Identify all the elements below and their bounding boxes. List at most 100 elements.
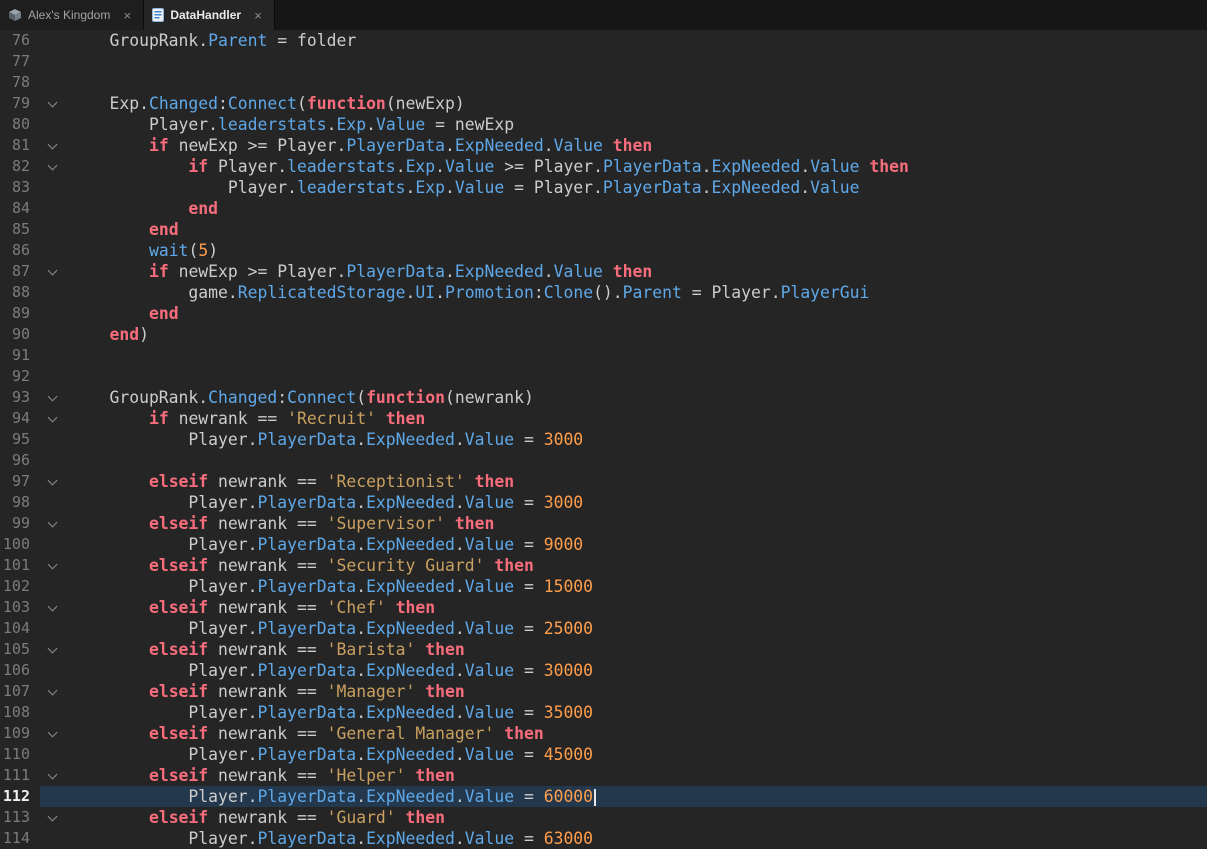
line-number: 80 — [0, 114, 40, 135]
code-line[interactable]: 78 — [0, 72, 1207, 93]
code-line[interactable]: 105 elseif newrank == 'Barista' then — [0, 639, 1207, 660]
chevron-down-icon[interactable] — [48, 392, 58, 402]
fold-column[interactable] — [40, 807, 70, 828]
chevron-down-icon[interactable] — [48, 560, 58, 570]
fold-column — [40, 282, 70, 303]
chevron-down-icon[interactable] — [48, 602, 58, 612]
chevron-down-icon[interactable] — [48, 686, 58, 696]
line-number: 113 — [0, 807, 40, 828]
fold-column — [40, 534, 70, 555]
chevron-down-icon[interactable] — [48, 413, 58, 423]
line-number: 83 — [0, 177, 40, 198]
fold-column[interactable] — [40, 513, 70, 534]
code-line[interactable]: 114 Player.PlayerData.ExpNeeded.Value = … — [0, 828, 1207, 849]
chevron-down-icon[interactable] — [48, 518, 58, 528]
close-icon[interactable]: × — [251, 9, 265, 22]
code-line[interactable]: 107 elseif newrank == 'Manager' then — [0, 681, 1207, 702]
code-line[interactable]: 93 GroupRank.Changed:Connect(function(ne… — [0, 387, 1207, 408]
fold-column[interactable] — [40, 681, 70, 702]
chevron-down-icon[interactable] — [48, 728, 58, 738]
line-number: 85 — [0, 219, 40, 240]
fold-column — [40, 618, 70, 639]
code-line[interactable]: 80 Player.leaderstats.Exp.Value = newExp — [0, 114, 1207, 135]
code-line[interactable]: 87 if newExp >= Player.PlayerData.ExpNee… — [0, 261, 1207, 282]
fold-column[interactable] — [40, 555, 70, 576]
code-text: Player.PlayerData.ExpNeeded.Value = 9000 — [70, 534, 1207, 555]
code-text: end — [70, 303, 1207, 324]
code-line[interactable]: 111 elseif newrank == 'Helper' then — [0, 765, 1207, 786]
fold-column[interactable] — [40, 93, 70, 114]
code-line[interactable]: 110 Player.PlayerData.ExpNeeded.Value = … — [0, 744, 1207, 765]
chevron-down-icon[interactable] — [48, 98, 58, 108]
code-text: elseif newrank == 'General Manager' then — [70, 723, 1207, 744]
code-line[interactable]: 82 if Player.leaderstats.Exp.Value >= Pl… — [0, 156, 1207, 177]
line-number: 77 — [0, 51, 40, 72]
code-line[interactable]: 85 end — [0, 219, 1207, 240]
chevron-down-icon[interactable] — [48, 770, 58, 780]
code-text: elseif newrank == 'Receptionist' then — [70, 471, 1207, 492]
code-line[interactable]: 94 if newrank == 'Recruit' then — [0, 408, 1207, 429]
text-caret — [594, 789, 596, 806]
code-line[interactable]: 92 — [0, 366, 1207, 387]
close-icon[interactable]: × — [120, 9, 134, 22]
code-area: 76 GroupRank.Parent = folder777879 Exp.C… — [0, 30, 1207, 849]
fold-column[interactable] — [40, 156, 70, 177]
code-line[interactable]: 79 Exp.Changed:Connect(function(newExp) — [0, 93, 1207, 114]
tab-datahandler[interactable]: DataHandler × — [144, 0, 275, 30]
code-line[interactable]: 99 elseif newrank == 'Supervisor' then — [0, 513, 1207, 534]
line-number: 88 — [0, 282, 40, 303]
code-line[interactable]: 91 — [0, 345, 1207, 366]
fold-column[interactable] — [40, 408, 70, 429]
code-text — [70, 345, 1207, 366]
chevron-down-icon[interactable] — [48, 140, 58, 150]
code-line[interactable]: 102 Player.PlayerData.ExpNeeded.Value = … — [0, 576, 1207, 597]
code-line[interactable]: 88 game.ReplicatedStorage.UI.Promotion:C… — [0, 282, 1207, 303]
fold-column[interactable] — [40, 765, 70, 786]
code-line[interactable]: 89 end — [0, 303, 1207, 324]
fold-column[interactable] — [40, 471, 70, 492]
code-line[interactable]: 83 Player.leaderstats.Exp.Value = Player… — [0, 177, 1207, 198]
code-line[interactable]: 108 Player.PlayerData.ExpNeeded.Value = … — [0, 702, 1207, 723]
code-line[interactable]: 90 end) — [0, 324, 1207, 345]
code-line[interactable]: 113 elseif newrank == 'Guard' then — [0, 807, 1207, 828]
line-number: 92 — [0, 366, 40, 387]
script-icon — [152, 8, 164, 22]
code-text: if newExp >= Player.PlayerData.ExpNeeded… — [70, 135, 1207, 156]
code-line[interactable]: 81 if newExp >= Player.PlayerData.ExpNee… — [0, 135, 1207, 156]
code-line[interactable]: 109 elseif newrank == 'General Manager' … — [0, 723, 1207, 744]
tab-alexs-kingdom[interactable]: Alex's Kingdom × — [0, 0, 144, 30]
code-line[interactable]: 106 Player.PlayerData.ExpNeeded.Value = … — [0, 660, 1207, 681]
code-line[interactable]: 96 — [0, 450, 1207, 471]
code-line[interactable]: 103 elseif newrank == 'Chef' then — [0, 597, 1207, 618]
fold-column — [40, 492, 70, 513]
code-line[interactable]: 112 Player.PlayerData.ExpNeeded.Value = … — [0, 786, 1207, 807]
fold-column — [40, 576, 70, 597]
chevron-down-icon[interactable] — [48, 161, 58, 171]
fold-column[interactable] — [40, 723, 70, 744]
fold-column — [40, 345, 70, 366]
line-number: 94 — [0, 408, 40, 429]
fold-column[interactable] — [40, 639, 70, 660]
code-line[interactable]: 100 Player.PlayerData.ExpNeeded.Value = … — [0, 534, 1207, 555]
chevron-down-icon[interactable] — [48, 644, 58, 654]
chevron-down-icon[interactable] — [48, 812, 58, 822]
chevron-down-icon[interactable] — [48, 266, 58, 276]
code-line[interactable]: 76 GroupRank.Parent = folder — [0, 30, 1207, 51]
code-line[interactable]: 77 — [0, 51, 1207, 72]
fold-column[interactable] — [40, 261, 70, 282]
fold-column[interactable] — [40, 597, 70, 618]
fold-column — [40, 828, 70, 849]
fold-column[interactable] — [40, 135, 70, 156]
code-line[interactable]: 84 end — [0, 198, 1207, 219]
code-line[interactable]: 86 wait(5) — [0, 240, 1207, 261]
code-line[interactable]: 97 elseif newrank == 'Receptionist' then — [0, 471, 1207, 492]
code-line[interactable]: 98 Player.PlayerData.ExpNeeded.Value = 3… — [0, 492, 1207, 513]
fold-column[interactable] — [40, 387, 70, 408]
code-text: elseif newrank == 'Barista' then — [70, 639, 1207, 660]
code-line[interactable]: 95 Player.PlayerData.ExpNeeded.Value = 3… — [0, 429, 1207, 450]
code-line[interactable]: 104 Player.PlayerData.ExpNeeded.Value = … — [0, 618, 1207, 639]
chevron-down-icon[interactable] — [48, 476, 58, 486]
code-line[interactable]: 101 elseif newrank == 'Security Guard' t… — [0, 555, 1207, 576]
code-text: elseif newrank == 'Chef' then — [70, 597, 1207, 618]
code-text: Player.PlayerData.ExpNeeded.Value = 2500… — [70, 618, 1207, 639]
